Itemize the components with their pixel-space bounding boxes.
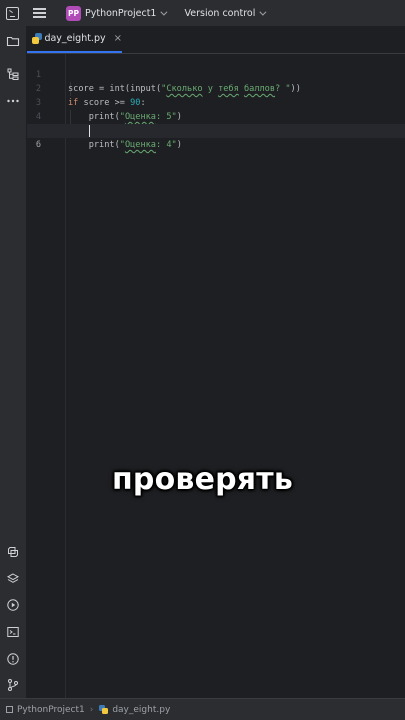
close-icon[interactable]: × <box>114 33 122 44</box>
project-name[interactable]: PythonProject1 <box>85 8 156 19</box>
more-icon[interactable] <box>6 94 20 108</box>
problems-icon[interactable] <box>6 652 20 666</box>
python-file-icon <box>99 705 109 714</box>
code-line: 2 if score >= 90: <box>27 68 405 108</box>
code-line: 3 print("Оценка: 5") <box>27 82 405 122</box>
project-icon <box>6 706 13 713</box>
python-packages-icon[interactable] <box>6 545 20 559</box>
structure-icon[interactable] <box>6 67 20 81</box>
breadcrumb-file[interactable]: day_eight.py <box>112 705 170 715</box>
project-badge[interactable]: PP <box>66 5 81 21</box>
tab-day-eight[interactable]: day_eight.py × <box>27 26 122 53</box>
version-control-menu[interactable]: Version control <box>184 8 255 19</box>
chevron-down-icon[interactable] <box>160 8 168 16</box>
code-line: 5 print("Оценка: 4") <box>27 110 405 150</box>
breadcrumb-project[interactable]: PythonProject1 <box>17 705 85 715</box>
git-icon[interactable] <box>6 678 20 692</box>
terminal-icon[interactable] <box>6 625 20 639</box>
app-icon[interactable] <box>6 6 19 20</box>
main-menu-icon[interactable] <box>33 8 46 18</box>
status-bar: PythonProject1 › day_eight.py <box>0 698 405 720</box>
tool-window-bar <box>0 26 27 698</box>
tab-label: day_eight.py <box>44 33 106 44</box>
python-file-icon <box>32 33 42 44</box>
code-text: print("Оценка: 4") <box>68 140 182 150</box>
code-line: 1 score = int(input("Сколько у тебя балл… <box>27 54 405 94</box>
editor-tab-bar: day_eight.py × <box>27 26 405 54</box>
folder-icon[interactable] <box>6 34 20 48</box>
line-number: 6 <box>35 140 41 150</box>
text-cursor <box>89 125 90 137</box>
code-line: 4 elif score >= 70: <box>27 96 405 136</box>
title-bar: PP PythonProject1 Version control <box>0 0 405 26</box>
code-editor[interactable]: 1 score = int(input("Сколько у тебя балл… <box>27 54 405 698</box>
run-icon[interactable] <box>6 598 20 612</box>
chevron-down-icon[interactable] <box>259 8 267 16</box>
layers-icon[interactable] <box>6 572 20 586</box>
gutter-divider <box>65 54 66 698</box>
video-caption: проверять <box>111 462 294 497</box>
breadcrumb-separator: › <box>89 704 94 715</box>
current-code-line: 6 <box>27 124 405 150</box>
